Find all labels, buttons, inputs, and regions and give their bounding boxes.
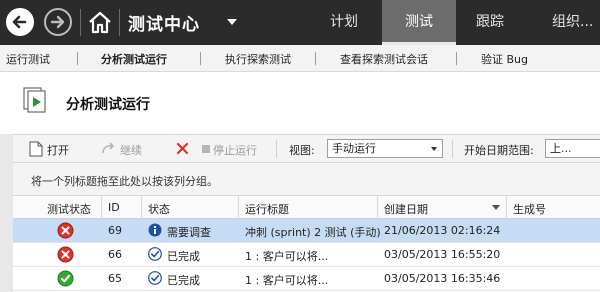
failed-icon [57,246,74,263]
top-bar: 测试中心 计划 测试 跟踪 组织... [0,0,600,45]
arrow-right-icon [50,15,65,29]
cell-created-date: 03/05/2013 16:55:20 [384,248,501,261]
date-range-label: 开始日期范围: [464,144,534,157]
cell-run-title: 冲刺 (sprint) 2 测试 (手动) [245,226,381,239]
divider [315,52,316,65]
subnav-exploratory-sessions[interactable]: 查看探索测试会话 [340,51,428,67]
divider [119,9,120,36]
cell-state: 已完成 [167,250,200,263]
check-circle-icon [148,271,162,285]
arrow-left-icon [12,15,27,29]
divider [506,196,507,219]
cell-created-date: 03/05/2013 16:35:46 [384,272,501,285]
passed-icon [57,270,74,287]
cell-id: 69 [108,224,122,237]
stop-icon [202,145,210,153]
stop-run-button[interactable]: 停止运行 [213,142,257,158]
app-title[interactable]: 测试中心 [128,10,200,35]
page-title: 分析测试运行 [66,97,150,113]
subnav-analyze-test-runs[interactable]: 分析测试运行 [101,51,167,67]
cell-run-title: 1 : 客户可以将... [245,274,329,287]
home-icon [89,11,111,34]
column-header-test-status[interactable]: 测试状态 [47,201,91,217]
divider [276,140,277,158]
back-button[interactable] [6,8,34,36]
table-row[interactable]: 66 已完成 1 : 客户可以将... 03/05/2013 16:55:20 [13,243,600,267]
open-button[interactable]: 打开 [47,142,69,158]
chevron-down-icon [431,147,437,151]
check-circle-icon [148,247,162,261]
tab-test[interactable]: 测试 [382,0,456,45]
grid-header: 测试状态 ID 状态 运行标题 创建日期 生成号 [13,196,600,219]
view-select-value: 手动运行 [332,142,376,155]
cell-id: 65 [108,272,122,285]
close-icon [176,142,189,155]
subnav-exploratory-testing[interactable]: 执行探索测试 [225,51,291,67]
sort-descending-icon[interactable] [492,205,500,210]
column-header-build[interactable]: 生成号 [513,201,546,217]
divider [141,196,142,219]
column-header-id[interactable]: ID [108,201,120,214]
group-by-panel[interactable]: 将一个列标题拖至此处以按该列分组。 [13,163,600,196]
divider [456,52,457,65]
resume-button[interactable]: 继续 [120,142,142,158]
table-row[interactable]: 65 已完成 1 : 客户可以将... 03/05/2013 16:35:46 [13,267,600,291]
column-header-run-title[interactable]: 运行标题 [245,201,289,217]
chevron-down-icon[interactable] [227,19,237,25]
test-runs-grid: 测试状态 ID 状态 运行标题 创建日期 生成号 69 需要调查 冲刺 (spr… [13,196,600,291]
cell-state: 需要调查 [167,226,211,239]
toolbar: 打开 继续 停止运行 视图: 手动运行 开始日期范围: 上... [13,134,600,163]
tab-organize[interactable]: 组织... [552,0,600,45]
cell-created-date: 21/06/2013 02:16:24 [384,224,501,237]
view-select[interactable]: 手动运行 [327,139,443,158]
column-header-state[interactable]: 状态 [148,201,170,217]
cell-run-title: 1 : 客户可以将... [245,250,329,263]
subnav-verify-bugs[interactable]: 验证 Bug [481,51,528,67]
page-header: 分析测试运行 [0,72,600,134]
tab-plan[interactable]: 计划 [312,0,376,45]
date-range-select[interactable]: 上... [545,139,600,158]
forward-button[interactable] [44,8,72,36]
divider [452,140,453,158]
date-range-select-value: 上... [550,142,572,155]
cell-id: 66 [108,248,122,261]
group-by-hint: 将一个列标题拖至此处以按该列分组。 [31,175,218,188]
sub-navigation: 运行测试 分析测试运行 执行探索测试 查看探索测试会话 验证 Bug [0,45,600,72]
table-row[interactable]: 69 需要调查 冲刺 (sprint) 2 测试 (手动) 21/06/2013… [13,219,600,243]
test-runs-icon [23,87,46,113]
divider [377,196,378,219]
subnav-run-tests[interactable]: 运行测试 [6,51,50,67]
divider [77,52,78,65]
divider [101,196,102,219]
open-icon [29,141,43,157]
info-icon [148,223,162,237]
tab-track[interactable]: 跟踪 [458,0,522,45]
failed-icon [57,222,74,239]
column-header-created-date[interactable]: 创建日期 [384,201,428,217]
view-label: 视图: [289,144,315,157]
cell-state: 已完成 [167,274,200,287]
divider [200,52,201,65]
divider [80,9,81,36]
resume-icon [102,142,115,154]
divider [238,196,239,219]
home-button[interactable] [86,8,114,36]
